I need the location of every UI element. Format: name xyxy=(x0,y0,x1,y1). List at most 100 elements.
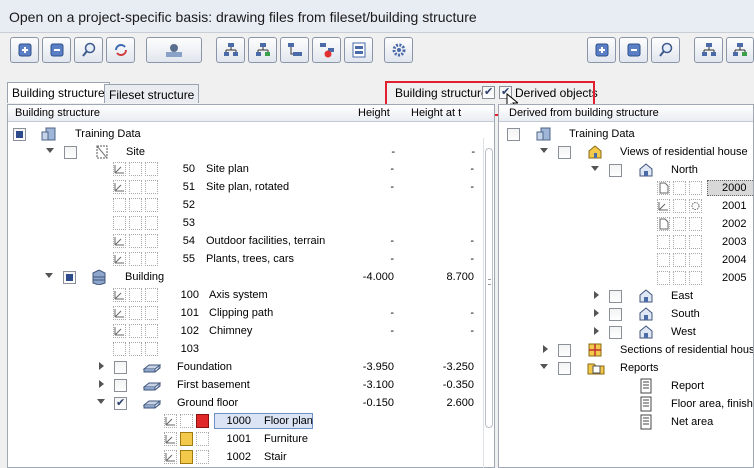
structure-e-button[interactable] xyxy=(344,37,373,63)
user-settings-button[interactable] xyxy=(146,37,202,63)
collapse-arrow-icon[interactable] xyxy=(540,364,548,369)
file-slot xyxy=(673,235,686,249)
right-find-button[interactable] xyxy=(651,37,680,63)
tree-row-selected[interactable]: 1000 Floor plan xyxy=(7,412,495,430)
tree-row[interactable]: 103 xyxy=(7,340,495,358)
right-expand-all-button[interactable] xyxy=(587,37,616,63)
tree-row[interactable]: 1001 Furniture xyxy=(7,430,495,448)
scrollbar-thumb[interactable] xyxy=(485,148,493,428)
tree-row[interactable]: Floor area, finished xyxy=(499,395,753,413)
file-slot xyxy=(129,306,142,320)
tree-row-selected[interactable]: 2000 xyxy=(499,179,753,197)
right-structure-b-button[interactable] xyxy=(726,37,754,63)
file-slot xyxy=(689,181,702,195)
tree-row[interactable]: Report xyxy=(499,377,753,395)
row-label: Sections of residential house xyxy=(620,344,754,356)
find-icon xyxy=(81,42,95,57)
file-slot xyxy=(657,253,670,267)
user-settings-icon xyxy=(166,44,182,57)
tree-row[interactable]: 2001 xyxy=(499,197,753,215)
tree-row[interactable]: First basement -3.100 -0.350 xyxy=(7,376,495,394)
row-checkbox[interactable] xyxy=(609,308,622,321)
row-checkbox[interactable] xyxy=(609,290,622,303)
tree-row[interactable]: 2005 xyxy=(499,269,753,287)
collapse-all-button[interactable] xyxy=(42,37,71,63)
left-vertical-scrollbar[interactable] xyxy=(483,138,493,468)
tab-fileset-structure[interactable]: Fileset structure xyxy=(104,84,200,103)
structure-c-button[interactable] xyxy=(280,37,309,63)
file-slot xyxy=(129,162,142,176)
expand-arrow-icon[interactable] xyxy=(594,309,599,317)
tab-building-structure[interactable]: Building structure xyxy=(7,82,110,103)
file-number: 2000 xyxy=(722,182,747,194)
tree-row[interactable]: Sections of residential house xyxy=(499,341,753,359)
tree-row[interactable]: West xyxy=(499,323,753,341)
row-checkbox[interactable] xyxy=(609,326,622,339)
right-collapse-all-button[interactable] xyxy=(619,37,648,63)
right-structure-a-button[interactable] xyxy=(694,37,723,63)
structure-b-icon xyxy=(733,43,747,56)
tree-row[interactable]: 53 xyxy=(7,214,495,232)
tree-row[interactable]: Net area xyxy=(499,413,753,431)
row-checkbox[interactable] xyxy=(114,379,127,392)
row-checkbox[interactable] xyxy=(609,164,622,177)
file-number: 2005 xyxy=(722,272,747,284)
drawing-file-icon xyxy=(164,432,177,446)
settings-button[interactable] xyxy=(384,37,413,63)
file-number: 54 xyxy=(182,235,195,247)
collapse-arrow-icon[interactable] xyxy=(540,148,548,153)
expand-all-button[interactable] xyxy=(10,37,39,63)
column-header-derived[interactable]: Derived from building structure xyxy=(509,107,659,119)
structure-d-button[interactable] xyxy=(312,37,341,63)
house-views-icon xyxy=(588,145,602,159)
tree-row[interactable]: 2003 xyxy=(499,233,753,251)
row-checkbox[interactable] xyxy=(114,396,127,410)
house-icon xyxy=(639,325,653,339)
row-checkbox[interactable] xyxy=(507,128,520,141)
row-checkbox[interactable] xyxy=(558,146,571,159)
tree-row[interactable]: South xyxy=(499,305,753,323)
expand-all-icon xyxy=(595,43,608,57)
row-label: Training Data xyxy=(569,128,635,140)
tree-row[interactable]: Building -4.000 8.700 xyxy=(7,268,495,286)
tree-row[interactable]: 102 Chimney - - xyxy=(7,322,495,340)
file-slot xyxy=(113,342,126,356)
collapse-arrow-icon[interactable] xyxy=(97,399,105,404)
file-slot xyxy=(689,253,702,267)
expand-arrow-icon[interactable] xyxy=(543,345,548,353)
collapse-arrow-icon[interactable] xyxy=(45,273,53,278)
tree-row[interactable]: 54 Outdoor facilities, terrain - - xyxy=(7,232,495,250)
tree-row[interactable]: East xyxy=(499,287,753,305)
tree-row[interactable]: Ground floor -0.150 2.600 xyxy=(7,394,495,412)
expand-arrow-icon[interactable] xyxy=(99,362,104,370)
tree-row[interactable]: 2002 xyxy=(499,215,753,233)
tree-row[interactable]: Foundation -3.950 -3.250 xyxy=(7,358,495,376)
tree-row[interactable]: 52 xyxy=(7,196,495,214)
tree-row[interactable]: 55 Plants, trees, cars - - xyxy=(7,250,495,268)
tree-row[interactable]: North xyxy=(499,161,753,179)
row-label: Floor plan xyxy=(264,415,313,427)
row-checkbox[interactable] xyxy=(63,271,76,284)
tree-row[interactable]: Views of residential house xyxy=(499,143,753,161)
row-checkbox[interactable] xyxy=(558,362,571,375)
find-button[interactable] xyxy=(74,37,103,63)
tree-row[interactable]: 1002 Stair xyxy=(7,448,495,466)
structure-a-button[interactable] xyxy=(216,37,245,63)
refresh-button[interactable] xyxy=(106,37,135,63)
file-slot xyxy=(129,234,142,248)
expand-arrow-icon[interactable] xyxy=(99,380,104,388)
tree-row[interactable]: 50 Site plan - - xyxy=(7,160,495,178)
tree-row[interactable]: Reports xyxy=(499,359,753,377)
title-bar: Open on a project-specific basis: drawin… xyxy=(0,0,754,33)
tree-row[interactable]: 51 Site plan, rotated - - xyxy=(7,178,495,196)
structure-b-button[interactable] xyxy=(248,37,277,63)
tree-row[interactable]: Training Data xyxy=(499,125,753,143)
expand-arrow-icon[interactable] xyxy=(594,291,599,299)
expand-arrow-icon[interactable] xyxy=(594,327,599,335)
tree-row[interactable]: 2004 xyxy=(499,251,753,269)
row-checkbox[interactable] xyxy=(114,361,127,374)
tree-row[interactable]: 101 Clipping path - - xyxy=(7,304,495,322)
collapse-arrow-icon[interactable] xyxy=(591,166,599,171)
tree-row[interactable]: 100 Axis system xyxy=(7,286,495,304)
row-checkbox[interactable] xyxy=(558,344,571,357)
